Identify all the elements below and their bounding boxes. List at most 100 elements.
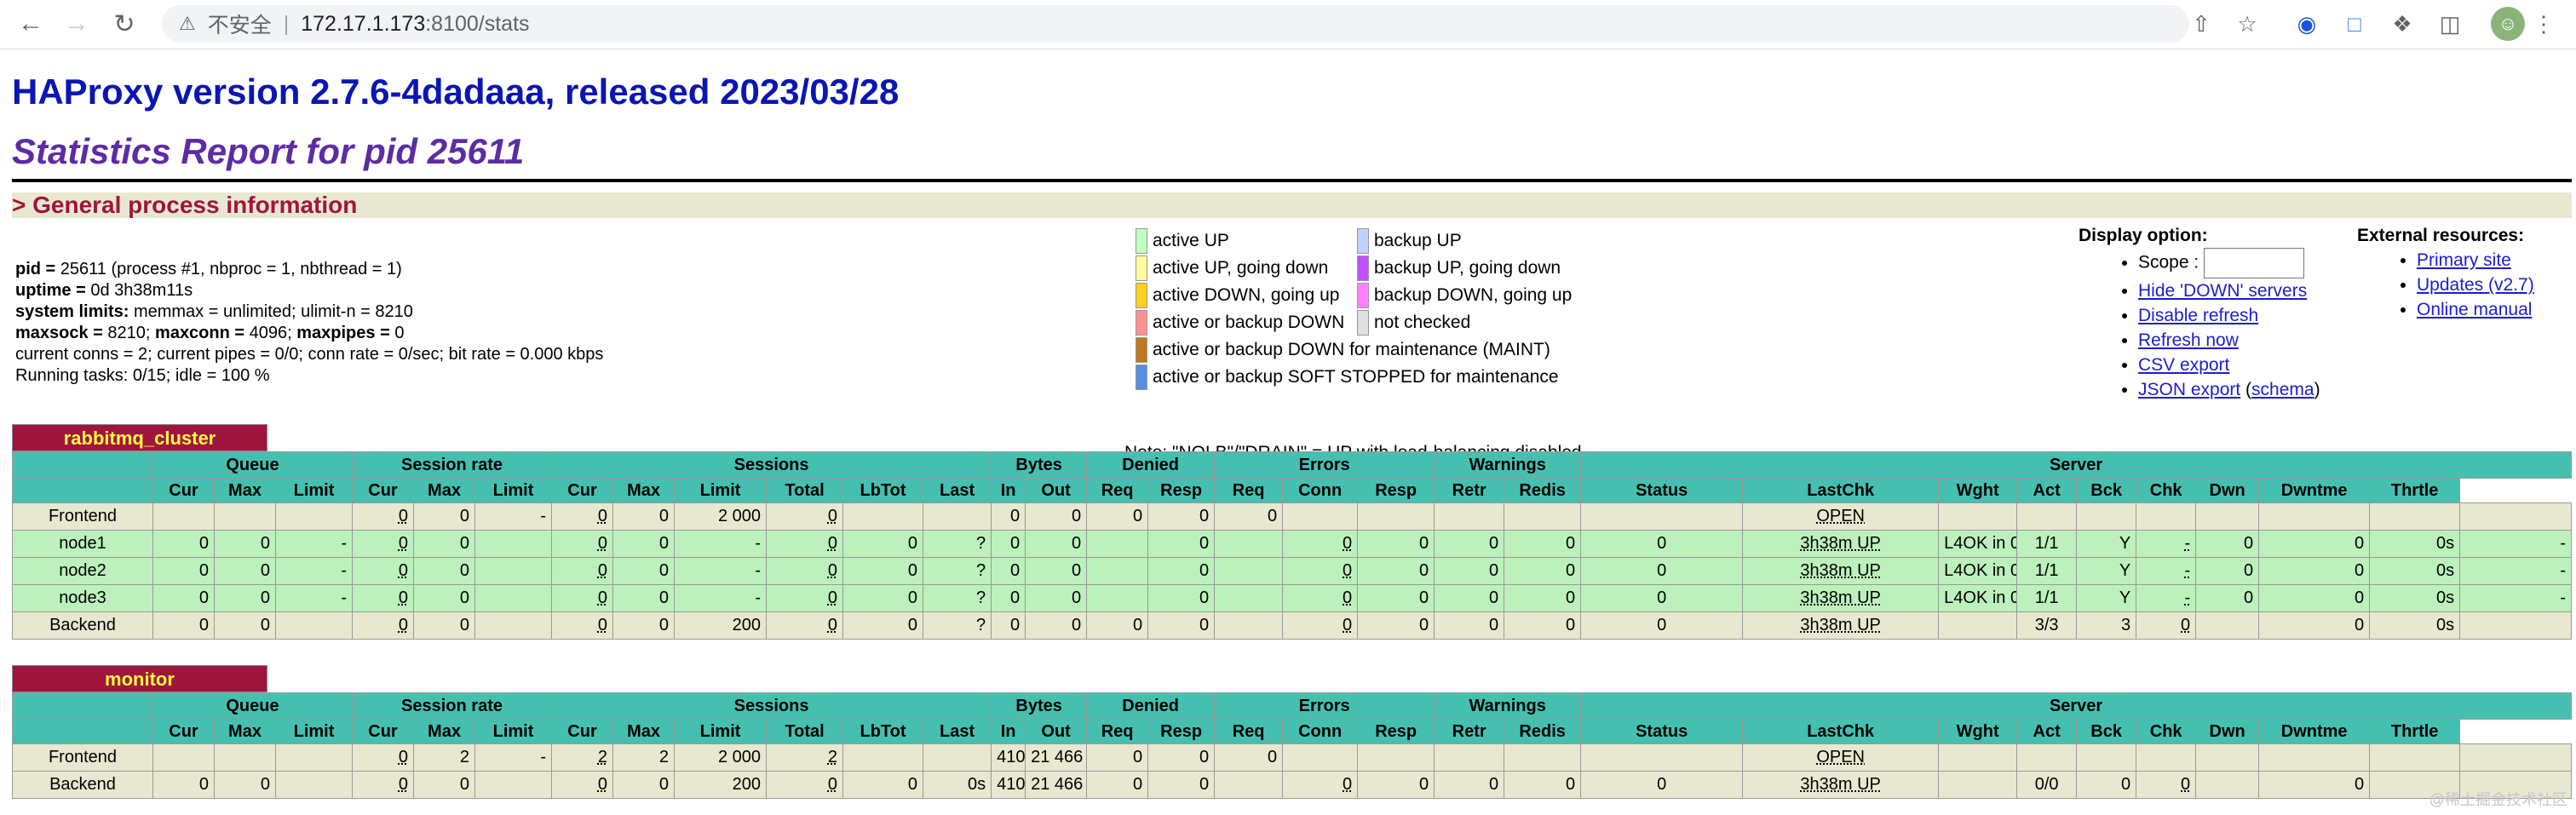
cell-value: 0 <box>398 588 408 607</box>
cell-value: 0 <box>398 616 408 634</box>
table-cell: 0 <box>991 611 1026 640</box>
cell-value: 0 <box>1343 775 1353 794</box>
cell-value: 0 <box>459 534 469 553</box>
cell-value: 0 <box>198 616 209 634</box>
row-name-cell[interactable]: node3 <box>12 584 153 612</box>
table-cell: ? <box>923 584 992 612</box>
schema-link[interactable]: schema <box>2251 380 2314 399</box>
proxy-name[interactable]: monitor <box>12 665 267 692</box>
bookmark-star-icon[interactable]: ☆ <box>2232 9 2263 39</box>
table-cell <box>152 743 215 772</box>
refresh-now-link[interactable]: Refresh now <box>2138 330 2239 350</box>
table-cell <box>275 502 353 531</box>
column-header: Limit <box>275 478 353 503</box>
cell-value: 0 <box>459 561 469 580</box>
primary-site-link[interactable]: Primary site <box>2417 250 2511 270</box>
row-name-cell[interactable]: node2 <box>12 557 153 585</box>
translate-icon[interactable]: □ <box>2339 9 2370 39</box>
reload-icon[interactable]: ↻ <box>106 5 143 43</box>
password-manager-icon[interactable]: ◉ <box>2291 9 2322 39</box>
table-cell: 0 <box>842 557 924 585</box>
cell-value: 0 <box>459 588 469 607</box>
avatar[interactable]: ☺ <box>2491 7 2525 41</box>
table-cell: 0 <box>413 584 475 612</box>
cell-value: 0 <box>198 775 209 794</box>
table-cell: 0/0 <box>2016 771 2078 799</box>
table-cell: 0 <box>1147 502 1216 531</box>
cell-value: 0 <box>2355 534 2365 553</box>
address-bar[interactable]: ⚠ 不安全 | 172.17.1.173:8100/stats <box>162 5 2189 43</box>
proxy-name[interactable]: rabbitmq_cluster <box>12 424 267 451</box>
table-cell: 0 <box>1147 557 1216 585</box>
updates-link[interactable]: Updates (v2.7) <box>2417 275 2534 295</box>
cell-value: 0 <box>1199 616 1210 634</box>
table-cell: 0 <box>1214 502 1284 531</box>
share-icon[interactable]: ⇧ <box>2186 9 2217 39</box>
cell-value: 2 <box>597 748 608 766</box>
scope-input[interactable] <box>2204 248 2305 278</box>
column-header: Bck <box>2076 719 2137 744</box>
table-cell <box>1086 557 1149 585</box>
table-cell: 0 <box>352 771 414 799</box>
legend-item: backup UP <box>1357 228 1462 254</box>
table-cell <box>2459 502 2572 531</box>
column-header: Cur <box>551 478 614 503</box>
table-cell: 0 <box>991 502 1026 531</box>
extensions-puzzle-icon[interactable]: ❖ <box>2387 9 2418 39</box>
csv-export-link[interactable]: CSV export <box>2138 355 2229 375</box>
sidebar-icon[interactable]: ◫ <box>2435 9 2465 39</box>
cell-value: 0 <box>1566 561 1576 580</box>
disable-refresh-link[interactable]: Disable refresh <box>2138 306 2258 325</box>
table-cell: ? <box>923 530 992 558</box>
column-group-header: Session rate <box>351 692 553 720</box>
column-header: Redis <box>1504 719 1582 744</box>
table-cell: 0 <box>2258 611 2371 640</box>
hide-down-servers-link[interactable]: Hide 'DOWN' servers <box>2138 281 2307 301</box>
column-header: Limit <box>474 719 553 744</box>
legend-item: not checked <box>1357 310 1470 336</box>
table-row: Frontend 0 2 - 2 2 2 000 2 410 21 466 0 0 0 OPEN <box>12 743 2572 772</box>
cell-value: 0 <box>1657 534 1667 553</box>
table-cell: 0 <box>1147 611 1216 640</box>
column-header: Act <box>2016 719 2078 744</box>
row-name-cell[interactable]: Frontend <box>12 502 153 531</box>
forward-arrow-icon[interactable]: → <box>58 5 95 43</box>
maxsock-value: 8210; <box>107 324 156 342</box>
menu-kebab-icon[interactable]: ⋮ <box>2528 9 2559 39</box>
security-label[interactable]: 不安全 <box>208 9 272 39</box>
table-cell <box>1214 530 1284 558</box>
cell-value: 0 <box>459 616 469 634</box>
cell-value: 0 <box>658 507 670 525</box>
table-row: node3 0 0 - 0 0 0 0 - 0 0? 0 0 0 0 0 0 0 0 3h38m UP L4OK in … <box>12 584 2572 612</box>
table-cell: 0 <box>551 530 614 558</box>
legend-swatch <box>1357 255 1369 281</box>
table-cell: 200 <box>674 611 768 640</box>
table-cell <box>152 502 215 531</box>
table-cell: 0 <box>991 584 1026 612</box>
row-name-cell[interactable]: Backend <box>12 771 153 799</box>
column-header: Dwntme <box>2258 719 2371 744</box>
legend-label: active DOWN, going up <box>1153 285 1340 305</box>
table-cell <box>2195 771 2260 799</box>
table-cell: 0 <box>842 771 924 799</box>
column-header: Max <box>214 478 276 503</box>
table-cell: 1/1 <box>2016 584 2078 612</box>
row-name-cell[interactable]: Frontend <box>12 743 153 772</box>
cell-value: 0 <box>1199 775 1210 794</box>
json-export-link[interactable]: JSON export <box>2138 380 2240 399</box>
online-manual-link[interactable]: Online manual <box>2417 300 2532 319</box>
table-cell <box>923 502 992 531</box>
page-subtitle: Statistics Report for pid 25611 <box>12 131 525 171</box>
cell-value: 0 <box>2244 588 2254 607</box>
table-cell: 3h38m UP <box>1742 771 1940 799</box>
table-cell: - <box>474 502 553 531</box>
column-group-header: Queue <box>152 451 353 479</box>
cell-value: 0 <box>827 616 838 634</box>
column-header: Last <box>923 478 992 503</box>
cell-value: 0 <box>1489 775 1499 794</box>
row-name-cell[interactable]: node1 <box>12 530 153 558</box>
cell-value: 0 <box>1489 588 1499 607</box>
back-arrow-icon[interactable]: ← <box>12 5 49 43</box>
cell-value: 0 <box>260 775 270 794</box>
row-name-cell[interactable]: Backend <box>12 611 153 640</box>
